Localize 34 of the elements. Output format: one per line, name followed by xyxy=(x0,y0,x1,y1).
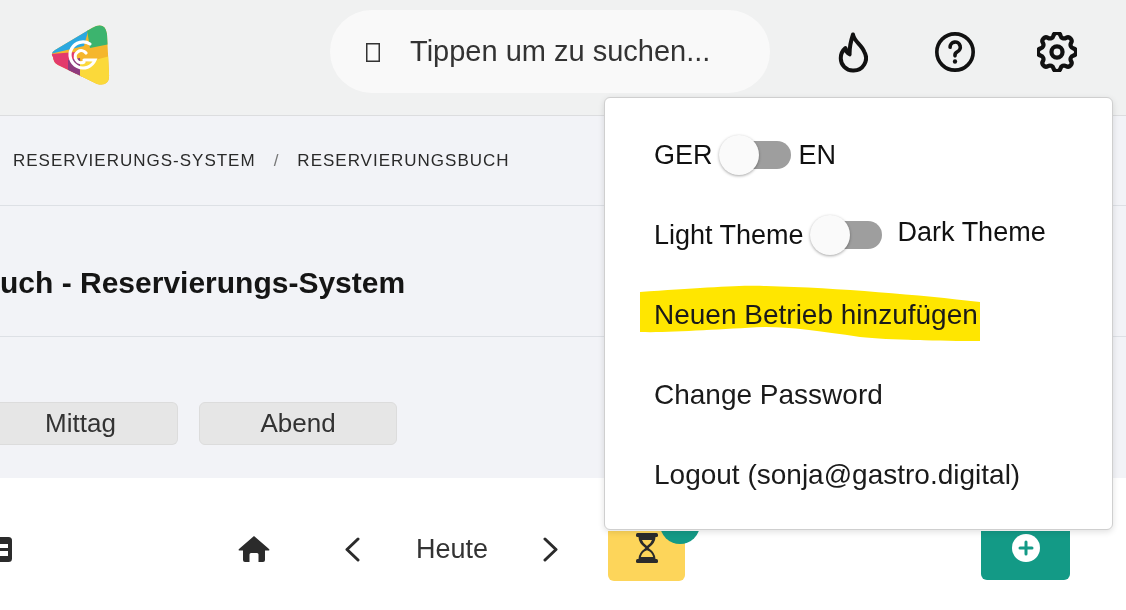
toggle-label: Dark Theme xyxy=(897,216,1046,248)
menu-item[interactable]: Change Password xyxy=(654,379,883,411)
toggle-switch[interactable] xyxy=(809,214,882,256)
toggle-label: EN xyxy=(798,139,837,171)
toggle-label: Light Theme xyxy=(654,219,804,251)
flame-button[interactable] xyxy=(838,32,868,73)
today-button[interactable]: Heute xyxy=(416,533,489,565)
help-button[interactable] xyxy=(935,32,975,72)
settings-icon xyxy=(1037,32,1077,72)
previous-button[interactable] xyxy=(345,537,360,562)
breadcrumb-link[interactable]: RESERVIERUNGSBUCH xyxy=(297,150,510,171)
next-button[interactable] xyxy=(543,537,559,562)
toggle-switch[interactable] xyxy=(718,134,791,176)
home-icon xyxy=(238,535,270,563)
hourglass-button[interactable] xyxy=(608,531,686,581)
search-field[interactable]: Tippen um zu suchen... xyxy=(330,10,770,93)
toggle-label: GER xyxy=(654,139,713,171)
flame-icon xyxy=(838,32,868,73)
chevron-left-icon xyxy=(345,537,360,562)
shift-button[interactable]: Abend xyxy=(199,402,397,445)
menu-item[interactable]: Logout (sonja@gastro.digital) xyxy=(654,459,1021,491)
plus-circle-icon xyxy=(1011,534,1040,562)
help-icon xyxy=(935,32,975,72)
breadcrumb-link[interactable]: RESERVIERUNGS-SYSTEM xyxy=(13,150,256,171)
shift-button[interactable]: Mittag xyxy=(0,402,178,445)
home-button[interactable] xyxy=(238,535,270,563)
glyph-box-icon xyxy=(366,43,380,62)
chevron-right-icon xyxy=(543,537,559,562)
breadcrumb-separator: / xyxy=(273,150,280,171)
add-button[interactable] xyxy=(981,531,1071,580)
settings-button[interactable] xyxy=(1037,32,1077,72)
page-title: uch - Reservierungs-System xyxy=(0,266,406,300)
grid-icon[interactable] xyxy=(0,537,12,562)
hourglass-icon xyxy=(635,533,658,563)
